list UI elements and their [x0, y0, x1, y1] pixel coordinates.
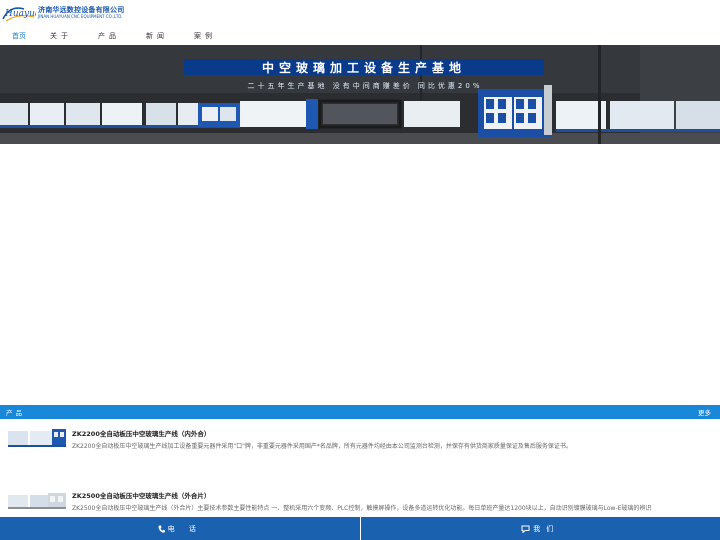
nav-item-news[interactable]: 新闻 — [146, 31, 168, 41]
product-name[interactable]: ZK2200全自动板压中空玻璃生产线（内外合） — [72, 428, 718, 438]
nav-item-products[interactable]: 产品 — [98, 31, 120, 41]
company-logo[interactable]: Huayuan — [2, 3, 36, 23]
company-name-cn: 济南华远数控设备有限公司 — [38, 6, 125, 14]
contact-label: 我们 — [533, 524, 560, 533]
bottom-action-bar: 电 话 我们 — [0, 517, 720, 540]
hero-banner[interactable]: 中空玻璃加工设备生产基地 二十五年生产基地 没有中间商赚差价 同比优惠20% — [0, 45, 720, 144]
product-item[interactable]: ZK2500全自动板压中空玻璃生产线（外合片） ZK2500全自动板压中空玻璃生… — [0, 487, 720, 519]
phone-icon — [158, 525, 165, 533]
more-link[interactable]: 更多 — [698, 407, 711, 417]
main-nav: 首页 关于 产品 新闻 案例 — [0, 26, 720, 45]
svg-text:Huayuan: Huayuan — [4, 9, 36, 19]
nav-item-home[interactable]: 首页 — [12, 31, 26, 41]
product-thumbnail[interactable] — [6, 487, 68, 519]
contact-button[interactable]: 我们 — [359, 517, 720, 540]
banner-subtitle: 二十五年生产基地 没有中间商赚差价 同比优惠20% — [247, 82, 483, 90]
chat-icon — [521, 525, 530, 533]
product-body: ZK2200全自动板压中空玻璃生产线（内外合） ZK2200全自动板压中空玻璃生… — [72, 425, 718, 457]
nav-item-cases[interactable]: 案例 — [194, 31, 216, 41]
product-name[interactable]: ZK2500全自动板压中空玻璃生产线（外合片） — [72, 490, 718, 500]
nav-item-about[interactable]: 关于 — [50, 31, 72, 41]
products-section-header: 产品 更多 — [0, 405, 720, 419]
product-thumbnail[interactable] — [6, 425, 68, 457]
product-body: ZK2500全自动板压中空玻璃生产线（外合片） ZK2500全自动板压中空玻璃生… — [72, 487, 718, 519]
company-name-block: 济南华远数控设备有限公司 JINAN HUAYUAN CNC EQUIPMENT… — [38, 7, 124, 19]
product-description: ZK2200全自动板压中空玻璃生产线加工设备重要元器件采用"口"牌，非重要元器件… — [72, 443, 572, 450]
products-section-title: 产品 — [6, 409, 25, 417]
site-header: Huayuan 济南华远数控设备有限公司 JINAN HUAYUAN CNC E… — [0, 0, 720, 26]
phone-button[interactable]: 电 话 — [0, 517, 360, 540]
product-item[interactable]: ZK2200全自动板压中空玻璃生产线（内外合） ZK2200全自动板压中空玻璃生… — [0, 425, 720, 457]
banner-title: 中空玻璃加工设备生产基地 — [184, 59, 544, 75]
product-description: ZK2500全自动板压中空玻璃生产线（外合片）主要技术参数主要性能特点 一、整机… — [72, 505, 652, 512]
company-name-en: JINAN HUAYUAN CNC EQUIPMENT CO.,LTD. — [38, 14, 123, 19]
phone-label: 电 话 — [167, 524, 202, 533]
